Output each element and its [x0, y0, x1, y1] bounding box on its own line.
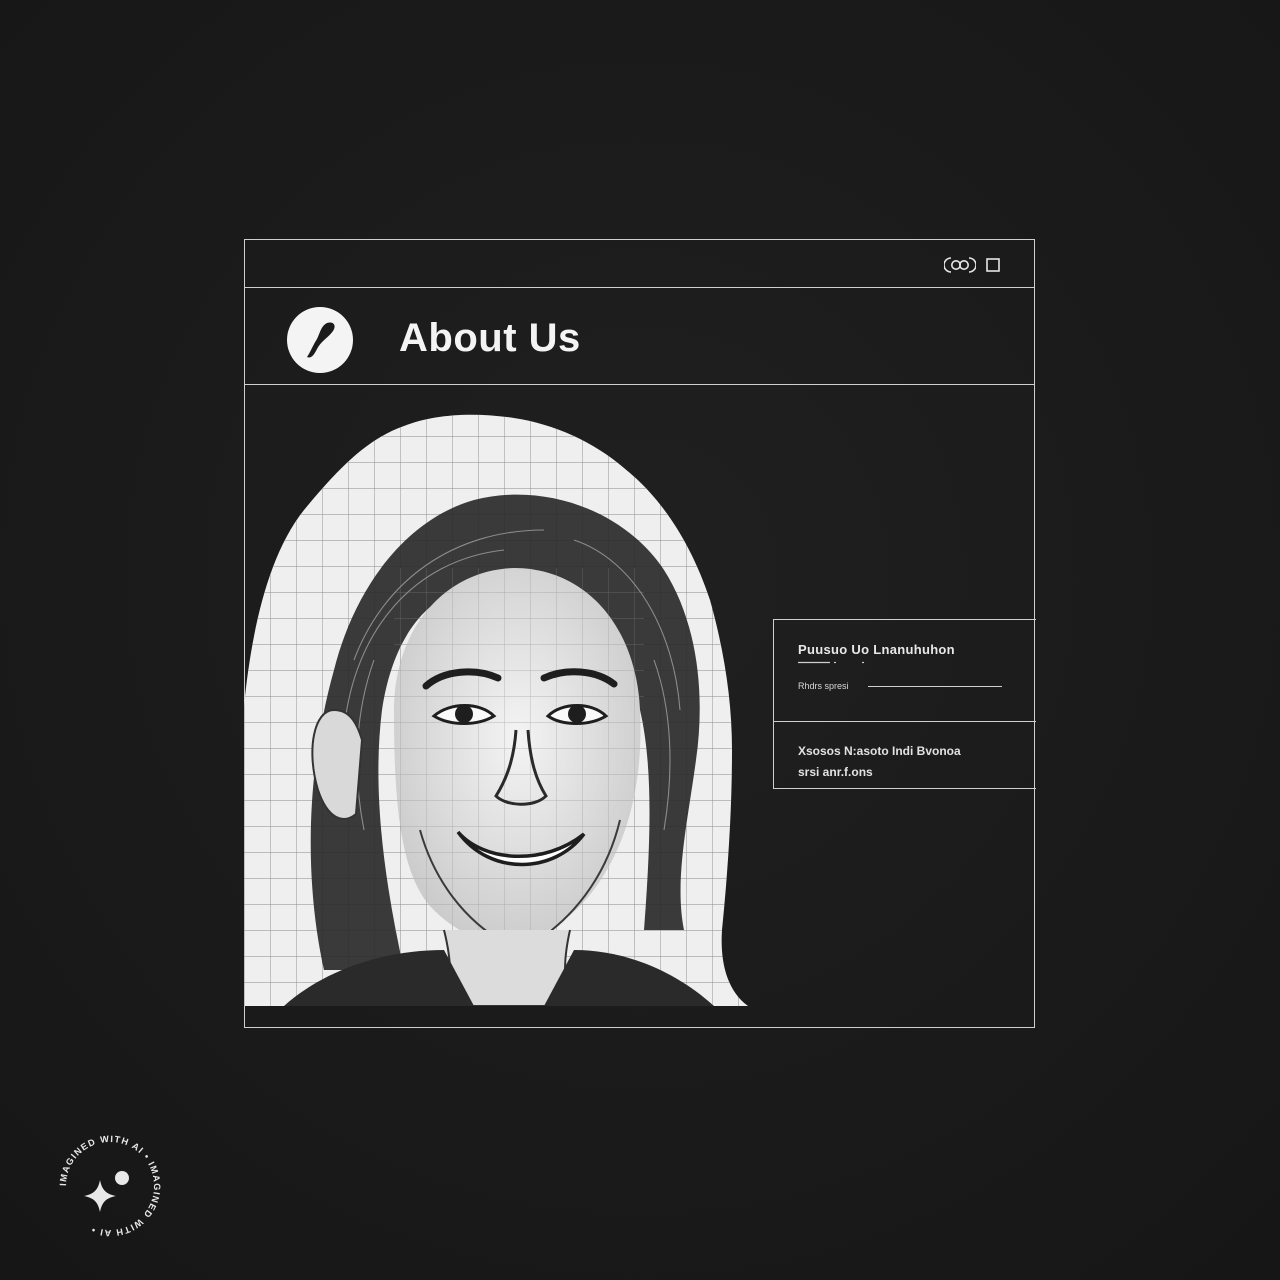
profile-info-header: Puusuo Uo Lnanuhuhon Rhdrs spresi: [774, 620, 1036, 722]
brand-logo-icon[interactable]: [287, 307, 353, 373]
heading-underline-marks: [798, 661, 864, 664]
badge-text: IMAGINED WITH AI • IMAGINED WITH AI •: [58, 1134, 161, 1238]
profile-role-label: Rhdrs spresi: [798, 681, 849, 691]
imagined-with-ai-badge: IMAGINED WITH AI • IMAGINED WITH AI •: [58, 1134, 162, 1238]
profile-info-panel: Puusuo Uo Lnanuhuhon Rhdrs spresi Xsosos…: [773, 619, 1036, 789]
svg-text:IMAGINED WITH AI • IMAGINED WI: IMAGINED WITH AI • IMAGINED WITH AI •: [58, 1134, 162, 1238]
page-header: About Us: [245, 288, 1034, 385]
profile-description-line: srsi anr.f.ons: [798, 765, 873, 779]
page-title: About Us: [399, 316, 581, 360]
team-member-portrait: [244, 414, 748, 1006]
profile-description: Xsosos N:asoto Indi Bvonoa srsi anr.f.on…: [798, 741, 1018, 783]
sparkle-icon: [84, 1171, 129, 1212]
profile-divider-line: [868, 686, 1002, 687]
window-titlebar: [245, 240, 1034, 288]
profile-description-line: Xsosos N:asoto Indi Bvonoa: [798, 744, 961, 758]
app-window: About Us Puusuo Uo Lnanuhuhon Rhdrs spre…: [244, 239, 1036, 1028]
link-icon[interactable]: [944, 256, 976, 274]
maximize-icon[interactable]: [986, 258, 1000, 272]
window-controls: [944, 256, 1000, 274]
profile-name-heading: Puusuo Uo Lnanuhuhon: [798, 642, 955, 657]
